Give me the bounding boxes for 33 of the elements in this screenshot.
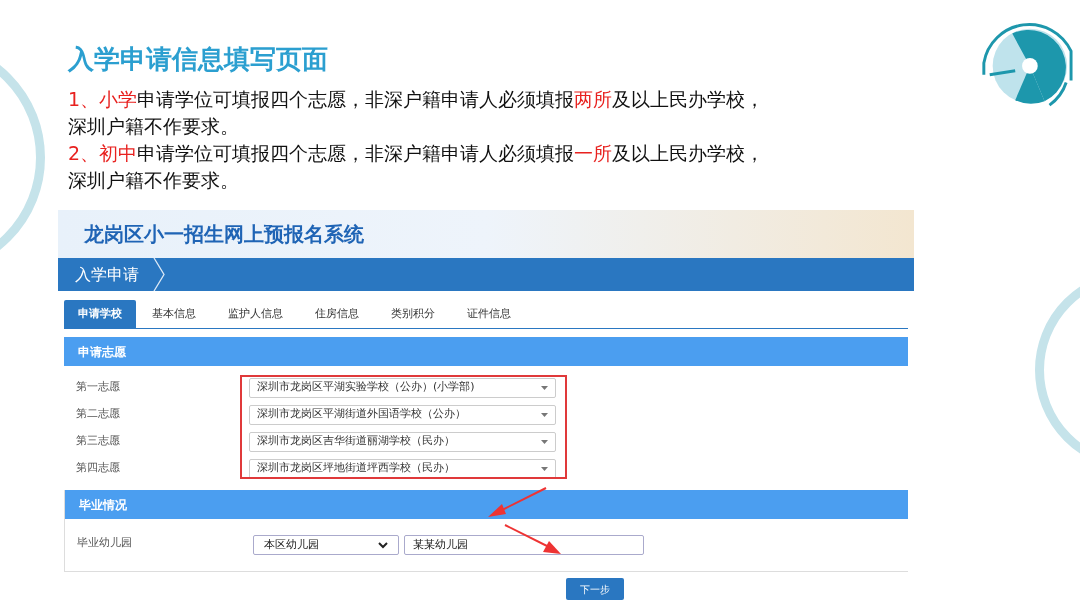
field-label: 毕业幼儿园: [76, 535, 133, 551]
tab[interactable]: 类别积分: [375, 300, 451, 328]
kindergarten-type-select[interactable]: 本区幼儿园: [253, 535, 399, 555]
breadcrumb-item[interactable]: 入学申请: [58, 262, 153, 287]
tab[interactable]: 住房信息: [299, 300, 375, 328]
tab[interactable]: 申请学校: [64, 300, 136, 328]
field-label: 第四志愿: [75, 460, 121, 477]
caret-icon: [541, 466, 548, 471]
annotation-arrow: [503, 523, 563, 556]
chevron-down-icon: [378, 541, 388, 549]
requirement-text: 2、初中申请学位可填报四个志愿，非深户籍申请人必须填报一所及以上民办学校，深圳户籍不作要求。: [68, 141, 766, 193]
slide-title: 入学申请信息填写页面: [68, 43, 329, 76]
next-step-button[interactable]: 下一步: [566, 578, 624, 600]
caret-icon: [541, 439, 548, 444]
chevron-right-icon: [153, 258, 165, 291]
field-label: 第一志愿: [75, 379, 121, 396]
field-label: 第二志愿: [75, 406, 121, 423]
school-select[interactable]: 深圳市龙岗区平湖实验学校（公办）(小学部): [249, 377, 556, 398]
tab[interactable]: 证件信息: [451, 300, 527, 328]
school-select[interactable]: 深圳市龙岗区平湖街道外国语学校（公办）: [249, 404, 556, 425]
caret-icon: [541, 412, 548, 417]
school-select[interactable]: 深圳市龙岗区吉华街道丽湖学校（民办）: [249, 431, 556, 452]
section-title: 毕业情况: [79, 496, 127, 514]
annotation-arrow: [486, 486, 548, 519]
requirement-text: 1、小学申请学位可填报四个志愿，非深户籍申请人必须填报两所及以上民办学校，深圳户籍不作要求。: [68, 87, 766, 139]
tab[interactable]: 监护人信息: [212, 300, 299, 328]
school-select[interactable]: 深圳市龙岗区坪地街道坪西学校（民办）: [249, 458, 556, 479]
caret-icon: [541, 385, 548, 390]
kindergarten-name-input[interactable]: 某某幼儿园: [404, 535, 644, 555]
field-label: 第三志愿: [75, 433, 121, 450]
system-title: 龙岗区小一招生网上预报名系统: [84, 221, 364, 248]
section-title: 申请志愿: [78, 343, 126, 361]
tab[interactable]: 基本信息: [136, 300, 212, 328]
